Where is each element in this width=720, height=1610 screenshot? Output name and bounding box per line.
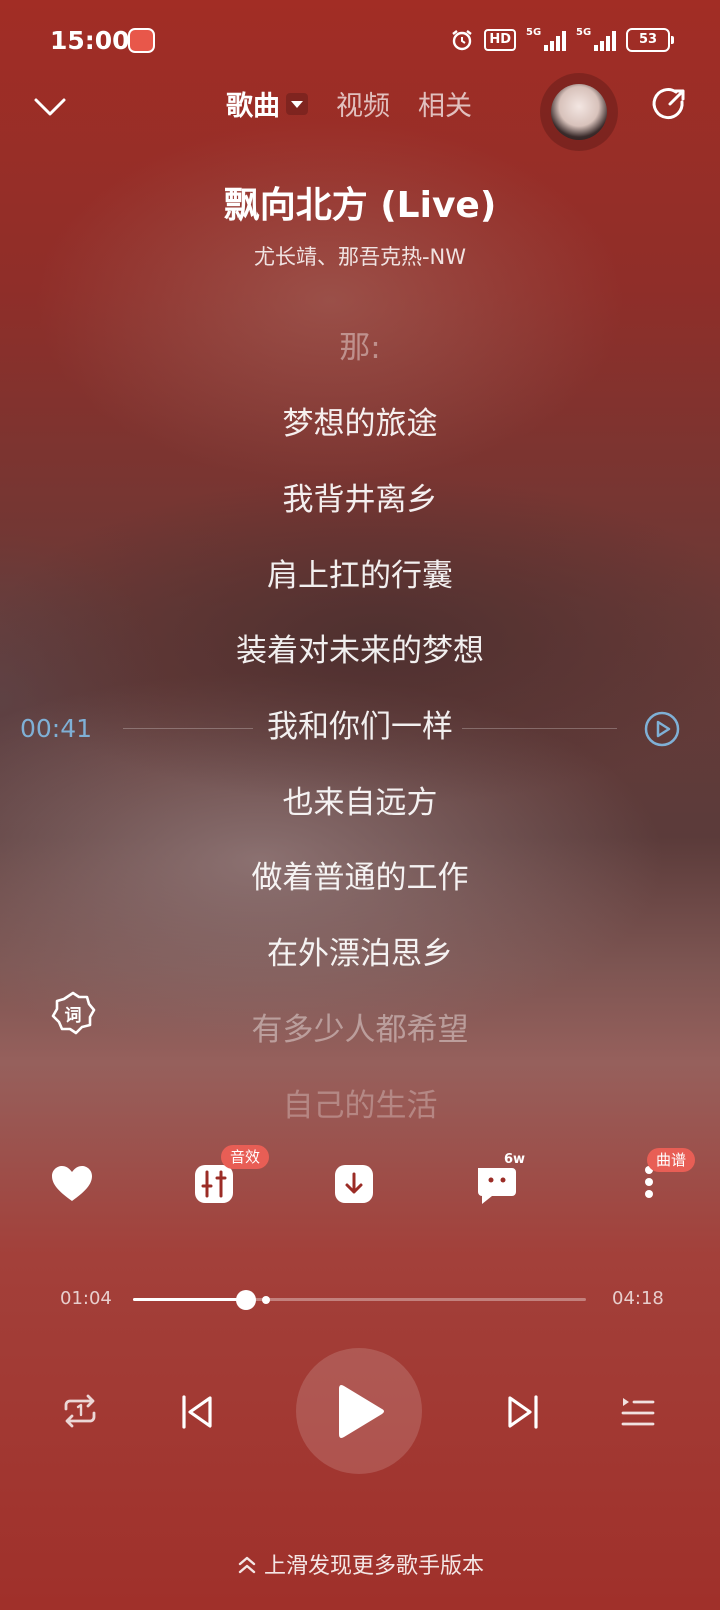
play-button[interactable] [296, 1348, 422, 1474]
playlist-icon[interactable] [620, 1394, 656, 1430]
lyric-line[interactable]: 也来自远方 [0, 777, 720, 822]
lyric-line[interactable]: 那: [0, 322, 720, 367]
lyric-line[interactable]: 我背井离乡 [0, 474, 720, 519]
lyrics-panel[interactable]: 那: 梦想的旅途 我背井离乡 肩上扛的行囊 装着对未来的梦想 我和你们一样 也来… [0, 310, 720, 1130]
app-notification-icon [128, 28, 155, 53]
current-time: 01:04 [60, 1288, 112, 1309]
comment-icon[interactable] [472, 1160, 520, 1208]
progress-knob[interactable] [236, 1290, 257, 1310]
tab-dropdown-icon[interactable] [286, 92, 308, 115]
lyric-badge-label: 词 [64, 1006, 82, 1026]
tab-bar: 歌曲 视频 相关 [226, 84, 500, 123]
download-icon[interactable] [332, 1160, 380, 1208]
tab-videos[interactable]: 视频 [336, 84, 390, 123]
avatar [551, 84, 607, 140]
song-artist[interactable]: 尤长靖、那吾克热-NW [0, 241, 720, 271]
previous-icon[interactable] [178, 1392, 216, 1432]
chevron-down-icon[interactable] [30, 86, 70, 126]
sound-effects-tag: 音效 [221, 1145, 270, 1169]
artist-avatar-button[interactable] [540, 73, 618, 151]
lyric-line[interactable]: 自己的生活 [0, 1080, 720, 1125]
status-time: 15:00 [50, 26, 130, 55]
buffer-marker [262, 1296, 271, 1304]
lyric-line[interactable]: 做着普通的工作 [0, 852, 720, 897]
status-icons: HD 5G 5G 53 [450, 27, 674, 52]
battery-level: 53 [626, 28, 670, 52]
seek-guide-line-right [462, 728, 617, 729]
total-time: 04:18 [612, 1288, 664, 1309]
tab-related[interactable]: 相关 [418, 84, 472, 123]
playback-progress: 01:04 04:18 [0, 1280, 720, 1320]
playback-controls [0, 1348, 720, 1478]
comment-count: 6w [504, 1152, 526, 1167]
action-row: 音效 6w 曲谱 [0, 1145, 720, 1240]
battery-icon: 53 [626, 28, 674, 52]
alarm-icon [452, 30, 473, 51]
song-title: 飘向北方 (Live) [223, 185, 497, 226]
hd-voice-icon: HD [484, 29, 516, 51]
lyric-line[interactable]: 在外漂泊思乡 [0, 928, 720, 973]
signal-icon-sim1: 5G [526, 27, 566, 51]
progress-fill [133, 1298, 247, 1301]
play-icon [339, 1385, 384, 1438]
progress-track[interactable] [133, 1290, 586, 1310]
next-icon[interactable] [504, 1392, 542, 1432]
more-versions-hint[interactable]: 上滑发现更多歌手版本 [0, 1548, 720, 1580]
heart-icon[interactable] [48, 1160, 96, 1208]
repeat-one-icon[interactable] [60, 1393, 100, 1429]
tab-songs[interactable]: 歌曲 [226, 84, 280, 123]
sheet-music-tag[interactable]: 曲谱 [647, 1148, 696, 1172]
play-from-lyric-icon[interactable] [643, 710, 681, 748]
player-top-bar: 歌曲 视频 相关 [0, 70, 720, 151]
share-icon[interactable] [650, 86, 688, 124]
more-versions-label: 上滑发现更多歌手版本 [263, 1554, 484, 1579]
lyric-seek-time: 00:41 [20, 714, 93, 743]
double-chevron-up-icon [238, 1556, 256, 1574]
lyric-line[interactable]: 梦想的旅途 [0, 398, 720, 443]
lyric-line[interactable]: 装着对未来的梦想 [0, 625, 720, 670]
lyric-line[interactable]: 有多少人都希望 [0, 1004, 720, 1049]
lyric-line-current[interactable]: 我和你们一样 [0, 701, 720, 746]
signal-icon-sim2: 5G [576, 27, 616, 51]
seek-guide-line-left [123, 728, 253, 729]
lyric-line[interactable]: 肩上扛的行囊 [0, 550, 720, 595]
lyric-mode-button[interactable]: 词 [50, 990, 96, 1036]
